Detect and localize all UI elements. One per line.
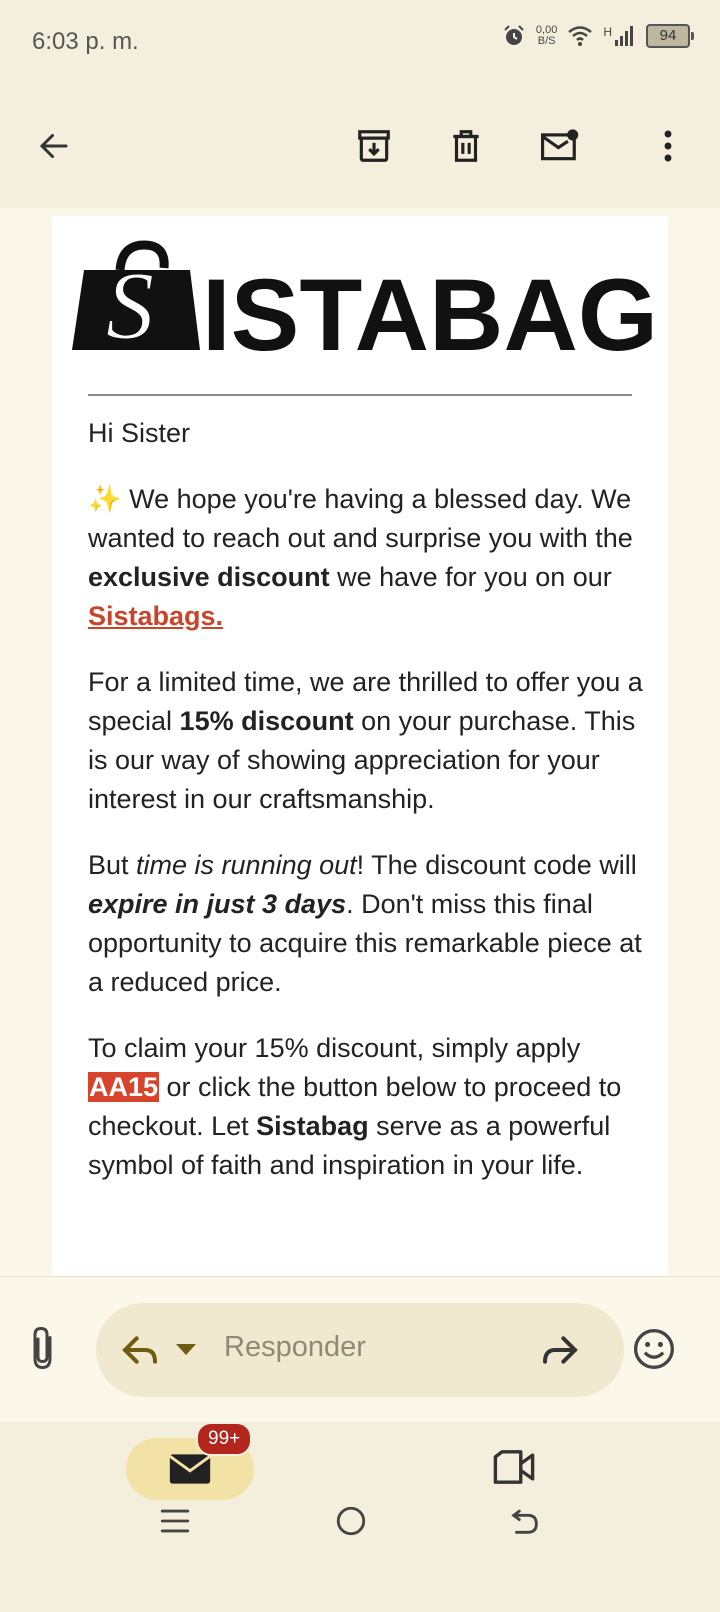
email-card: S ISTABAG Hi Sister ✨ We hope you're hav… — [52, 216, 668, 1276]
delete-button[interactable] — [442, 122, 490, 170]
back-arrow-icon — [39, 134, 68, 158]
reply-icon — [122, 1336, 157, 1364]
sistabags-link[interactable]: Sistabags. — [88, 601, 223, 631]
system-home-button[interactable] — [334, 1504, 368, 1543]
reply-input[interactable]: Responder — [96, 1303, 624, 1397]
reply-button[interactable] — [120, 1333, 160, 1372]
logo-s-letter: S — [106, 252, 154, 359]
archive-button[interactable] — [350, 122, 398, 170]
battery-icon: 94 — [646, 24, 694, 48]
status-time: 6:03 p. m. — [32, 28, 139, 55]
more-options-button[interactable] — [644, 122, 692, 170]
sparkles-emoji: ✨ — [88, 484, 122, 514]
logo-wordmark: ISTABAG — [202, 258, 658, 368]
bottom-navigation: 99+ — [0, 1422, 720, 1612]
paragraph-urgency: But time is running out! The discount co… — [88, 850, 642, 997]
forward-icon — [543, 1336, 578, 1364]
discount-code: AA15 — [88, 1072, 160, 1102]
status-icons: 0,00 B/S H 94 — [502, 24, 694, 48]
paragraph-claim: To claim your 15% discount, simply apply… — [88, 1033, 622, 1180]
sistabag-logo: S ISTABAG — [72, 240, 662, 372]
mark-unread-icon — [541, 129, 579, 161]
wifi-icon — [568, 26, 593, 46]
net-speed: 0,00 B/S — [535, 24, 558, 47]
unread-count-badge: 99+ — [196, 1422, 253, 1456]
reply-options-dropdown[interactable] — [176, 1343, 196, 1361]
greeting: Hi Sister — [88, 418, 191, 448]
mark-unread-button[interactable] — [536, 122, 584, 170]
alarm-icon — [504, 25, 524, 45]
email-toolbar — [0, 84, 720, 208]
system-recents-button[interactable] — [158, 1506, 192, 1541]
more-vert-icon — [664, 130, 672, 162]
emoji-button[interactable] — [632, 1327, 676, 1376]
menu-lines-icon — [160, 1509, 190, 1533]
archive-icon — [358, 130, 390, 162]
signal-icon — [615, 26, 633, 46]
attachment-icon — [33, 1326, 52, 1370]
reply-bar: Responder — [0, 1276, 720, 1423]
video-camera-icon — [493, 1450, 535, 1484]
status-bar: 6:03 p. m. 0,00 B/S H 94 — [0, 0, 720, 84]
logo-divider — [88, 394, 632, 396]
delete-icon — [453, 130, 479, 162]
forward-button[interactable] — [540, 1333, 580, 1372]
network-type: H — [603, 25, 612, 39]
back-curve-icon — [511, 1509, 538, 1534]
system-back-button[interactable] — [508, 1504, 542, 1543]
nav-meet[interactable] — [492, 1450, 536, 1489]
emoji-smile-icon — [634, 1329, 674, 1369]
email-content: Hi Sister ✨ We hope you're having a bles… — [88, 414, 648, 1212]
email-body-scroll[interactable]: S ISTABAG Hi Sister ✨ We hope you're hav… — [0, 208, 720, 1276]
mail-icon — [168, 1454, 212, 1484]
attach-button[interactable] — [26, 1325, 62, 1376]
back-button[interactable] — [30, 122, 78, 170]
paragraph-intro: ✨ We hope you're having a blessed day. W… — [88, 484, 633, 631]
reply-placeholder: Responder — [224, 1331, 366, 1363]
home-circle-icon — [336, 1506, 366, 1536]
paragraph-offer: For a limited time, we are thrilled to o… — [88, 667, 643, 814]
chevron-down-icon — [176, 1344, 196, 1355]
